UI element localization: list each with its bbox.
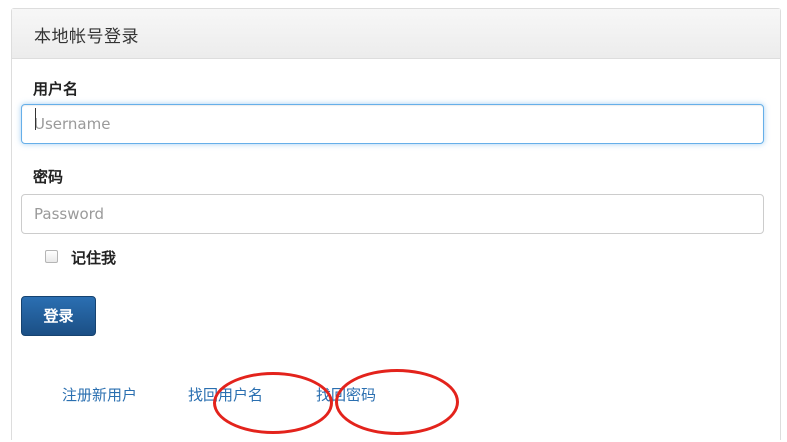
login-button[interactable]: 登录 <box>21 296 96 336</box>
register-link[interactable]: 注册新用户 <box>62 384 137 405</box>
password-input[interactable] <box>21 194 764 234</box>
username-label: 用户名 <box>33 80 79 98</box>
password-label: 密码 <box>33 168 64 186</box>
remember-me-label: 记住我 <box>71 249 117 267</box>
username-input[interactable] <box>21 104 764 144</box>
annotation-circle-username <box>213 372 333 434</box>
text-caret <box>35 108 36 130</box>
annotation-circle-password <box>335 369 459 435</box>
remember-me-checkbox[interactable] <box>45 250 58 263</box>
panel-title: 本地帐号登录 <box>34 27 139 47</box>
panel-heading: 本地帐号登录 <box>12 9 780 59</box>
